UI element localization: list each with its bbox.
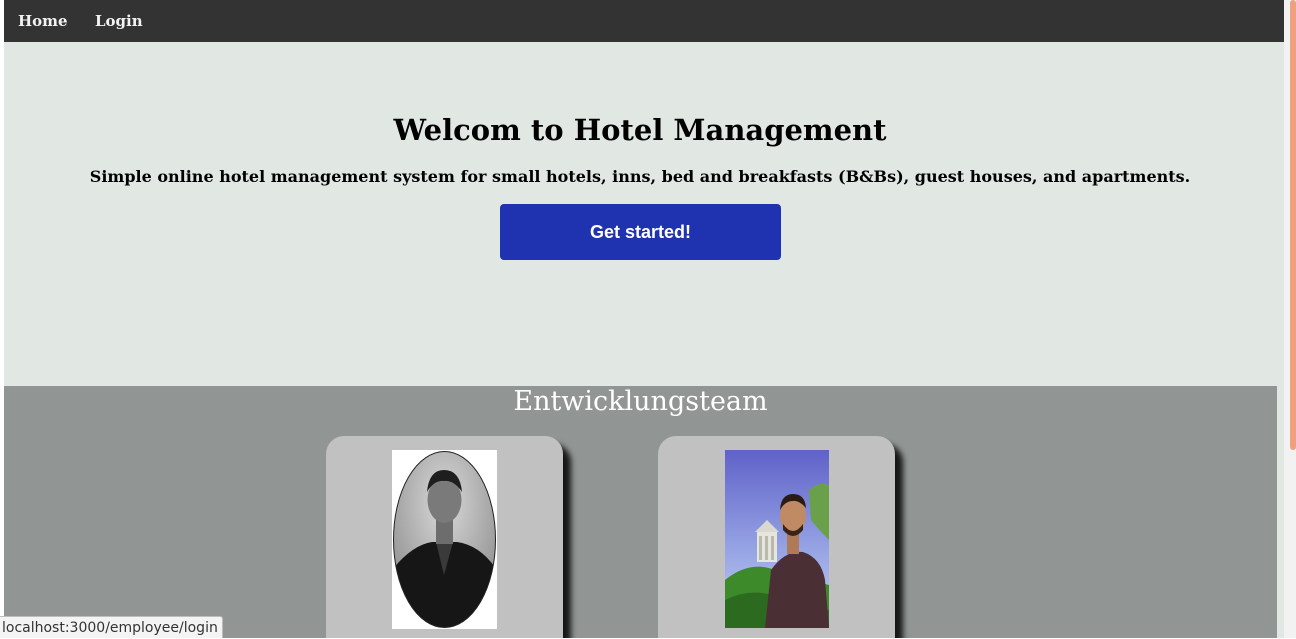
grayscale-portrait-image xyxy=(392,450,497,629)
outdoor-portrait-image xyxy=(725,450,829,628)
team-section-title: Entwicklungsteam xyxy=(513,386,768,417)
page: Home Login Welcom to Hotel Management Si… xyxy=(4,0,1284,638)
hero-section: Welcom to Hotel Management Simple online… xyxy=(4,42,1284,386)
team-member-card xyxy=(658,436,895,638)
page-title: Welcom to Hotel Management xyxy=(393,113,887,147)
hero-subtitle: Simple online hotel management system fo… xyxy=(89,167,1191,186)
nav-home-link[interactable]: Home xyxy=(18,12,68,30)
team-member-card xyxy=(326,436,563,638)
team-section: Entwicklungsteam xyxy=(4,386,1277,638)
get-started-button[interactable]: Get started! xyxy=(500,204,781,260)
team-member-photo xyxy=(392,450,497,629)
nav-login-link[interactable]: Login xyxy=(95,12,143,30)
scrollbar-thumb[interactable] xyxy=(1290,0,1296,450)
top-navbar: Home Login xyxy=(4,0,1284,42)
status-bar-url: localhost:3000/employee/login xyxy=(0,616,223,638)
team-member-photo xyxy=(725,450,829,628)
